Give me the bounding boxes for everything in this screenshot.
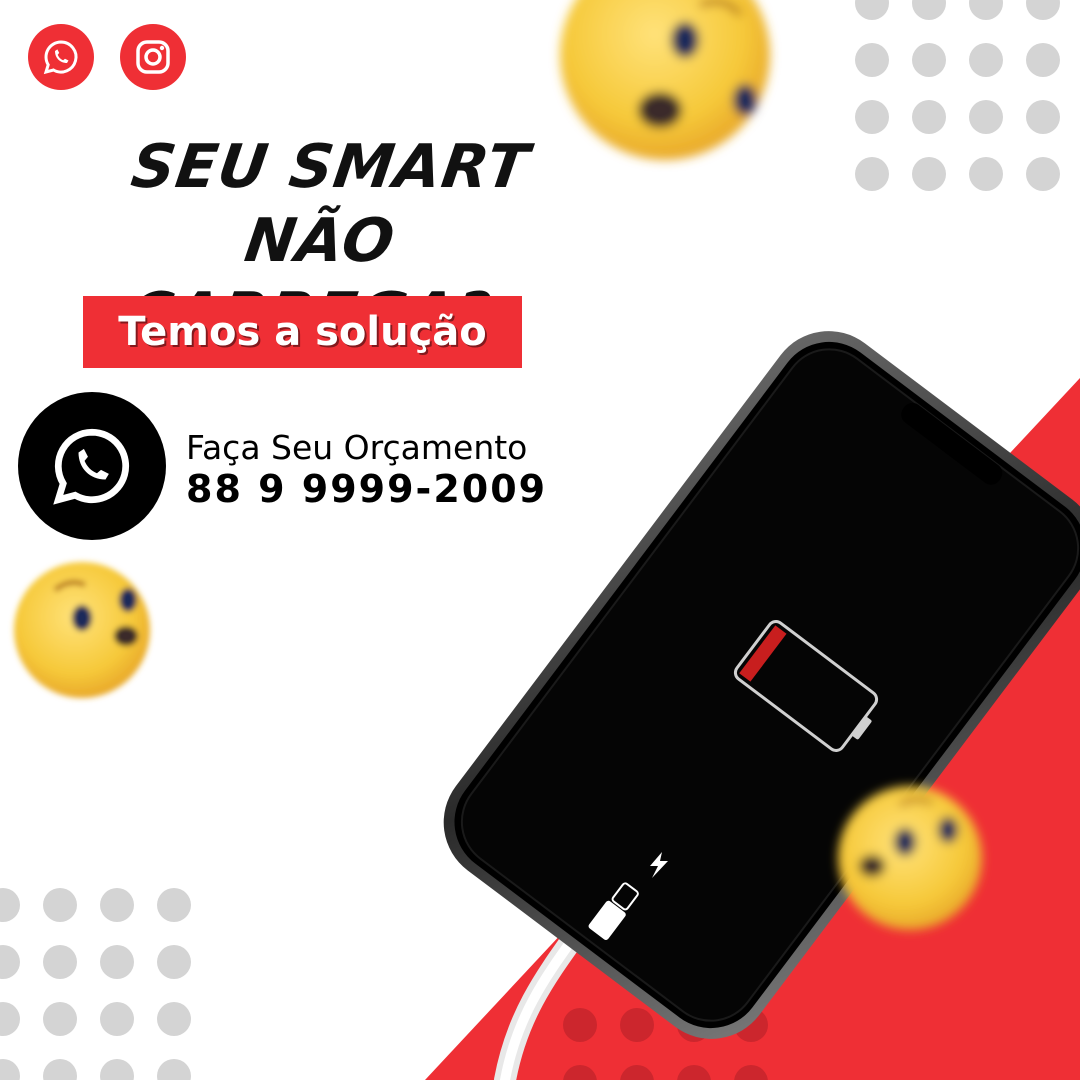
surprised-emoji-icon <box>838 786 982 930</box>
instagram-social-button[interactable] <box>120 24 186 90</box>
contact-info: Faça Seu Orçamento 88 9 9999-2009 <box>186 428 547 510</box>
quote-label: Faça Seu Orçamento <box>186 428 528 467</box>
ad-canvas: SEU SMART NÃO CARREGA? Temos a solução F… <box>0 0 1080 1080</box>
whatsapp-contact-button[interactable] <box>18 392 166 540</box>
instagram-icon <box>136 40 170 74</box>
whatsapp-icon <box>53 428 130 505</box>
solution-banner: Temos a solução <box>83 296 522 368</box>
headline-line-1: SEU SMART NÃO <box>127 132 534 276</box>
whatsapp-icon <box>43 40 78 75</box>
whatsapp-social-button[interactable] <box>28 24 94 90</box>
banner-text: Temos a solução <box>118 309 487 355</box>
phone-number[interactable]: 88 9 9999-2009 <box>186 468 547 510</box>
